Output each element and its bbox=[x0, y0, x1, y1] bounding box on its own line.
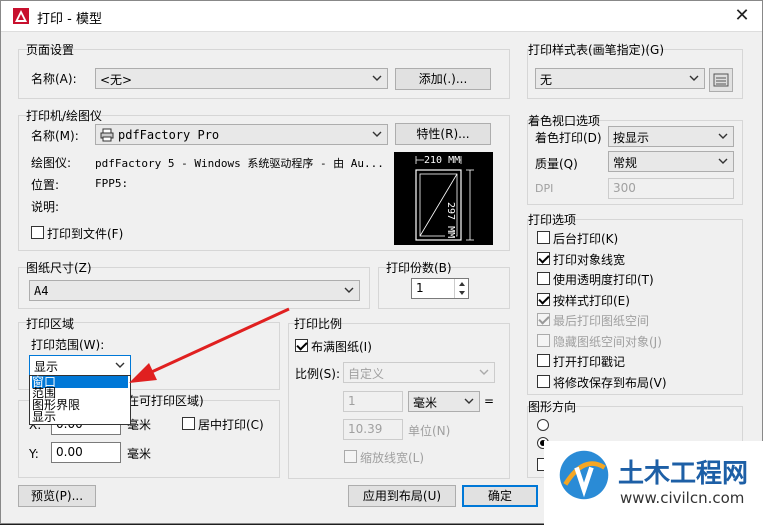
civilcn-logo-icon bbox=[559, 450, 609, 500]
chevron-down-icon bbox=[344, 287, 354, 293]
fit-to-paper-label: 布满图纸(I) bbox=[311, 340, 372, 354]
plot-option-checkbox[interactable] bbox=[537, 354, 550, 367]
shade-plot-select[interactable]: 按显示 bbox=[608, 126, 734, 147]
ok-button[interactable]: 确定 bbox=[462, 485, 538, 507]
orientation-label: 图形方向 bbox=[528, 400, 577, 414]
print-to-file-label: 打印到文件(F) bbox=[47, 227, 124, 241]
chevron-down-icon bbox=[718, 133, 728, 139]
scale-denom-input[interactable]: 10.39 bbox=[343, 419, 403, 440]
edit-style-table-button[interactable] bbox=[709, 68, 733, 92]
chevron-down-icon bbox=[479, 369, 489, 375]
page-setup-label: 页面设置 bbox=[26, 43, 75, 57]
quality-select[interactable]: 常规 bbox=[608, 151, 734, 172]
title-bar: 打印 - 模型 ✕ bbox=[1, 1, 762, 32]
plotter-label: 绘图仪: bbox=[31, 156, 72, 170]
plot-range-select[interactable]: 显示 bbox=[29, 355, 131, 376]
portrait-radio[interactable] bbox=[537, 419, 549, 431]
plotter-value: pdfFactory 5 - Windows 系统驱动程序 - 由 Au... bbox=[95, 157, 384, 170]
plot-option-label: 使用透明度打印(T) bbox=[553, 273, 654, 287]
dpi-input[interactable]: 300 bbox=[608, 178, 734, 199]
preview-button[interactable]: 预览(P)... bbox=[18, 485, 96, 507]
copies-spinner[interactable] bbox=[454, 279, 468, 298]
page-setup-name-label: 名称(A): bbox=[31, 72, 77, 86]
page-setup-name-select[interactable]: <无> bbox=[95, 68, 388, 89]
offset-y-label: Y: bbox=[29, 447, 39, 461]
scale-ratio-select[interactable]: 自定义 bbox=[343, 362, 495, 383]
paper-preview: 210 MM 297 MM bbox=[394, 152, 493, 245]
offset-y-unit: 毫米 bbox=[127, 447, 152, 461]
preview-width-label: 210 MM bbox=[424, 155, 461, 166]
watermark-title: 土木工程网 bbox=[618, 459, 749, 489]
window-title: 打印 - 模型 bbox=[37, 12, 102, 27]
chevron-down-icon bbox=[464, 398, 474, 404]
printer-properties-button[interactable]: 特性(R)... bbox=[395, 123, 491, 145]
chevron-down-icon bbox=[689, 75, 699, 81]
fit-to-paper-checkbox[interactable] bbox=[295, 339, 308, 352]
plot-offset-label: 在可打印区域) bbox=[127, 394, 204, 408]
printer-icon bbox=[100, 128, 114, 142]
style-table-select[interactable]: 无 bbox=[535, 68, 705, 89]
plot-option-label: 最后打印图纸空间 bbox=[553, 314, 650, 328]
shaded-viewport-label: 着色视口选项 bbox=[528, 114, 601, 128]
scale-equals: = bbox=[484, 394, 495, 408]
print-dialog: 打印 - 模型 ✕ 页面设置 名称(A): <无> 添加(.)... 打印机/绘… bbox=[0, 0, 763, 525]
plot-range-label: 打印范围(W): bbox=[31, 338, 105, 352]
plot-option-label: 后台打印(K) bbox=[553, 232, 619, 246]
dpi-label: DPI bbox=[535, 182, 554, 195]
style-editor-icon bbox=[713, 73, 729, 87]
offset-y-input[interactable]: 0.00 bbox=[51, 442, 121, 463]
close-button[interactable]: ✕ bbox=[730, 5, 754, 29]
printer-label: 打印机/绘图仪 bbox=[26, 109, 103, 123]
copies-label: 打印份数(B) bbox=[386, 261, 452, 275]
printer-name-select[interactable]: pdfFactory Pro bbox=[95, 124, 388, 145]
copies-input[interactable]: 1 bbox=[411, 278, 469, 299]
plot-option-checkbox[interactable] bbox=[537, 374, 550, 388]
plot-option-checkbox[interactable] bbox=[537, 231, 550, 244]
chevron-down-icon bbox=[718, 158, 728, 164]
chevron-down-icon bbox=[372, 75, 382, 81]
chevron-down-icon bbox=[372, 131, 382, 137]
plot-scale-label: 打印比例 bbox=[294, 317, 343, 331]
plot-option-checkbox[interactable] bbox=[537, 272, 550, 285]
scale-num-input[interactable]: 1 bbox=[343, 391, 403, 412]
location-value: FPP5: bbox=[95, 177, 129, 190]
plot-options-label: 打印选项 bbox=[528, 213, 577, 227]
center-plot-checkbox[interactable] bbox=[182, 417, 195, 430]
print-to-file-checkbox[interactable] bbox=[31, 226, 44, 239]
paper-size-label: 图纸尺寸(Z) bbox=[26, 261, 92, 275]
plot-option-checkbox[interactable] bbox=[537, 313, 550, 326]
quality-label: 质量(Q) bbox=[535, 157, 578, 171]
apply-to-layout-button[interactable]: 应用到布局(U) bbox=[348, 485, 456, 507]
scale-lineweights-label: 缩放线宽(L) bbox=[360, 451, 425, 465]
watermark: 土木工程网 www.civilcn.com bbox=[544, 441, 763, 525]
scale-ratio-label: 比例(S): bbox=[295, 367, 341, 381]
printer-name-label: 名称(M): bbox=[31, 129, 79, 143]
description-label: 说明: bbox=[31, 200, 60, 214]
preview-height-label: 297 MM bbox=[445, 202, 456, 239]
plot-option-checkbox[interactable] bbox=[537, 333, 550, 347]
plot-option-label: 将修改保存到布局(V) bbox=[553, 375, 667, 390]
plot-option-label: 按样式打印(E) bbox=[553, 293, 630, 308]
plot-option-label: 隐藏图纸空间对象(J) bbox=[553, 334, 662, 349]
center-plot-label: 居中打印(C) bbox=[198, 418, 264, 432]
scale-unit-select[interactable]: 毫米 bbox=[408, 391, 480, 412]
scale-denom-unit: 单位(N) bbox=[408, 424, 451, 438]
style-table-label: 打印样式表(画笔指定)(G) bbox=[528, 43, 665, 57]
add-page-setup-button[interactable]: 添加(.)... bbox=[395, 68, 491, 90]
autocad-icon bbox=[13, 8, 29, 24]
scale-lineweights-checkbox[interactable] bbox=[344, 450, 357, 463]
plot-option-label: 打开打印戳记 bbox=[553, 355, 626, 369]
plot-option-label: 打印对象线宽 bbox=[553, 252, 626, 267]
shade-plot-label: 着色打印(D) bbox=[535, 131, 602, 145]
spinner-arrows-icon bbox=[459, 282, 465, 295]
plot-range-option[interactable]: 显示 bbox=[32, 411, 56, 423]
plot-area-label: 打印区域 bbox=[26, 317, 75, 331]
location-label: 位置: bbox=[31, 178, 60, 192]
annotation-arrow bbox=[129, 307, 290, 383]
paper-size-select[interactable]: A4 bbox=[29, 280, 360, 301]
plot-option-checkbox[interactable] bbox=[537, 292, 550, 306]
plot-range-dropdown-list: 窗口 范围 图形界限 显示 bbox=[29, 375, 131, 425]
plot-option-checkbox[interactable] bbox=[537, 251, 550, 265]
watermark-url: www.civilcn.com bbox=[620, 489, 745, 507]
